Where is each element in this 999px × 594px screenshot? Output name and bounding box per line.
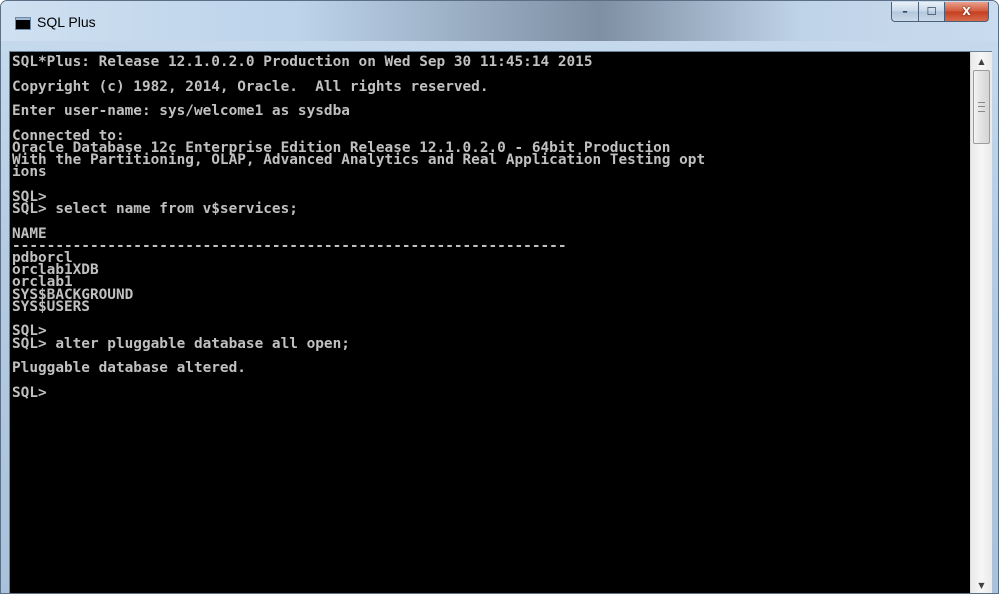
console-line: pdborcl bbox=[12, 250, 73, 267]
close-button[interactable]: X bbox=[945, 2, 989, 22]
console-line: SQL> alter pluggable database all open; bbox=[12, 335, 350, 352]
minimize-icon: – bbox=[902, 5, 908, 18]
title-bar[interactable]: SQL Plus – ☐ X bbox=[1, 1, 998, 41]
console-line: Copyright (c) 1982, 2014, Oracle. All ri… bbox=[12, 78, 489, 95]
console-line: Enter user-name: sys/welcome1 as sysdba bbox=[12, 103, 350, 120]
console-line: SYS$USERS bbox=[12, 298, 90, 315]
console-line: orclab1 bbox=[12, 274, 73, 291]
thumb-grip-icon bbox=[978, 102, 985, 112]
console-line: SQL*Plus: Release 12.1.0.2.0 Production … bbox=[12, 54, 593, 70]
caption-buttons: – ☐ X bbox=[891, 2, 989, 22]
console-line: ions bbox=[12, 164, 47, 181]
console-line: orclab1XDB bbox=[12, 262, 99, 279]
scroll-down-arrow-icon[interactable]: ▼ bbox=[971, 576, 992, 593]
console-line: SQL> select name from v$services; bbox=[12, 201, 298, 218]
scroll-up-arrow-icon[interactable]: ▲ bbox=[971, 52, 992, 70]
console-line: SQL> bbox=[12, 384, 47, 401]
close-icon: X bbox=[962, 5, 971, 18]
minimize-button[interactable]: – bbox=[891, 2, 919, 22]
maximize-icon: ☐ bbox=[926, 5, 937, 18]
console-output[interactable]: SQL*Plus: Release 12.1.0.2.0 Production … bbox=[10, 52, 970, 593]
vertical-scrollbar[interactable]: ▲ ▼ bbox=[970, 52, 992, 593]
scrollbar-thumb[interactable] bbox=[973, 70, 990, 144]
console-client-area: SQL*Plus: Release 12.1.0.2.0 Production … bbox=[9, 51, 992, 593]
console-app-icon[interactable] bbox=[15, 17, 31, 30]
console-line: SYS$BACKGROUND bbox=[12, 286, 134, 303]
console-line: ----------------------------------------… bbox=[12, 237, 567, 254]
maximize-button[interactable]: ☐ bbox=[919, 2, 945, 22]
sqlplus-window: SQL Plus – ☐ X SQL*Plus: Release 12.1.0.… bbox=[0, 0, 999, 594]
window-title: SQL Plus bbox=[37, 14, 96, 30]
console-line: With the Partitioning, OLAP, Advanced An… bbox=[12, 152, 706, 169]
console-line: Pluggable database altered. bbox=[12, 360, 246, 377]
